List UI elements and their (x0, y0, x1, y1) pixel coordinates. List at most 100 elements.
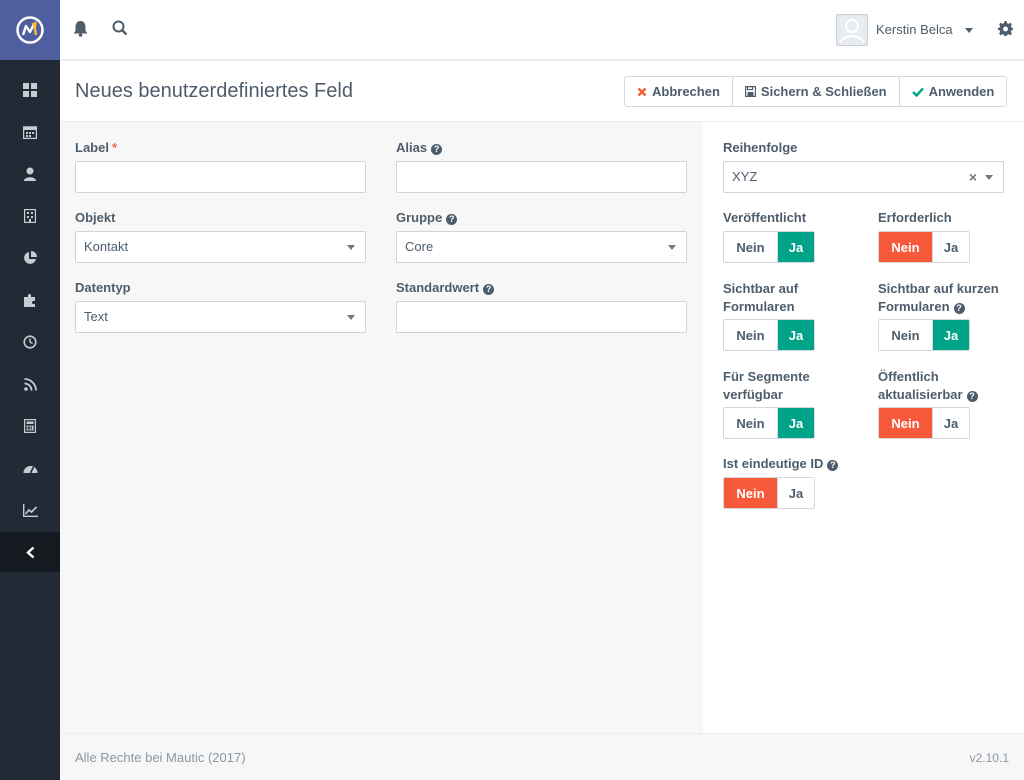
question-circle-icon[interactable]: ? (483, 284, 495, 295)
group-field-label: Gruppe? (396, 210, 458, 225)
segments-toggle: Nein Ja (723, 407, 815, 439)
alias-input[interactable] (396, 161, 687, 193)
nav-reports[interactable] (0, 489, 60, 531)
nav-points[interactable] (0, 405, 60, 447)
question-circle-icon[interactable]: ? (953, 303, 965, 314)
unique-id-toggle: Nein Ja (723, 477, 815, 509)
chevron-down-icon (347, 315, 355, 320)
user-name[interactable]: Kerstin Belca (876, 22, 953, 37)
nav-channels[interactable] (0, 363, 60, 405)
dashboard-gauge-icon (23, 465, 37, 473)
page-header: Neues benutzerdefiniertes Feld Abbrechen… (60, 61, 1024, 122)
unique-id-label: Ist eindeutige ID? (723, 456, 839, 471)
order-select-value: XYZ (732, 169, 758, 184)
public-update-label: Öffentlich aktualisierbar? (878, 368, 978, 404)
visible-short-forms-yes-option[interactable]: Ja (933, 320, 969, 350)
copyright-text: Alle Rechte bei Mautic (2017) (75, 750, 246, 765)
required-toggle: Nein Ja (878, 231, 970, 263)
search-icon[interactable] (112, 20, 128, 39)
close-icon (637, 87, 647, 96)
nav-contacts[interactable] (0, 153, 60, 195)
chevron-down-icon (668, 245, 676, 250)
user-icon (24, 167, 36, 181)
visible-short-forms-no-option[interactable]: Nein (879, 320, 933, 350)
gear-icon[interactable] (998, 21, 1013, 39)
question-circle-icon[interactable]: ? (431, 144, 443, 155)
published-no-option[interactable]: Nein (724, 232, 778, 262)
nav-segments[interactable] (0, 237, 60, 279)
unique-id-yes-option[interactable]: Ja (778, 478, 814, 508)
clear-icon[interactable]: × (969, 170, 977, 184)
mautic-logo-icon (16, 16, 44, 44)
footer: Alle Rechte bei Mautic (2017) v2.10.1 (60, 733, 1024, 780)
published-toggle: Nein Ja (723, 231, 815, 263)
default-value-field-label: Standardwert? (396, 280, 495, 295)
question-circle-icon[interactable]: ? (827, 460, 839, 471)
order-select[interactable]: XYZ × (723, 161, 1004, 193)
version-text: v2.10.1 (969, 751, 1009, 765)
sidebar-collapse-button[interactable] (0, 532, 60, 572)
clock-icon (23, 335, 37, 349)
page-title: Neues benutzerdefiniertes Feld (75, 80, 353, 102)
nav-stages[interactable] (0, 447, 60, 489)
unique-id-no-option[interactable]: Nein (724, 478, 778, 508)
calendar-icon (23, 126, 37, 139)
visible-short-forms-toggle: Nein Ja (878, 319, 970, 351)
required-no-option[interactable]: Nein (879, 232, 933, 262)
datatype-select[interactable]: Text (75, 301, 366, 333)
bell-icon[interactable] (73, 20, 88, 40)
public-update-toggle: Nein Ja (878, 407, 970, 439)
save-icon (744, 86, 756, 97)
cancel-button[interactable]: Abbrechen (625, 77, 733, 106)
nav-campaigns[interactable] (0, 321, 60, 363)
datatype-field-label: Datentyp (75, 280, 131, 295)
user-menu-caret-icon[interactable] (965, 28, 973, 33)
visible-forms-no-option[interactable]: Nein (724, 320, 778, 350)
apply-button[interactable]: Anwenden (900, 77, 1007, 106)
required-mark: * (111, 140, 118, 155)
chevron-down-icon (347, 245, 355, 250)
line-chart-icon (22, 503, 38, 517)
visible-forms-yes-option[interactable]: Ja (778, 320, 814, 350)
pie-chart-icon (24, 251, 37, 264)
chevron-down-icon (985, 175, 993, 180)
mautic-logo[interactable] (0, 0, 60, 60)
avatar[interactable] (836, 14, 868, 46)
chevron-left-icon (25, 546, 34, 558)
calculator-icon (24, 419, 36, 433)
alias-field-label: Alias? (396, 140, 443, 155)
segments-yes-option[interactable]: Ja (778, 408, 814, 438)
segments-label: Für Segmente verfügbar (723, 369, 810, 402)
action-button-group: Abbrechen Sichern & Schließen Anwenden (624, 76, 1008, 107)
nav-companies[interactable] (0, 195, 60, 237)
nav-dashboard[interactable] (0, 69, 60, 111)
check-icon (911, 87, 924, 97)
visible-forms-label: Sichtbar auf Formularen (723, 281, 799, 314)
question-circle-icon[interactable]: ? (966, 391, 978, 402)
label-input[interactable] (75, 161, 366, 193)
nav-components[interactable] (0, 279, 60, 321)
public-update-yes-option[interactable]: Ja (933, 408, 969, 438)
label-field-label: Label * (75, 140, 118, 155)
published-yes-option[interactable]: Ja (778, 232, 814, 262)
group-select[interactable]: Core (396, 231, 687, 263)
puzzle-icon (24, 294, 35, 307)
save-close-button[interactable]: Sichern & Schließen (733, 77, 900, 106)
group-select-value: Core (405, 239, 434, 254)
save-close-button-label: Sichern & Schließen (760, 84, 887, 99)
segments-no-option[interactable]: Nein (724, 408, 778, 438)
building-icon (24, 209, 36, 223)
question-circle-icon[interactable]: ? (446, 214, 458, 225)
settings-panel: Reihenfolge XYZ × Veröffentlicht Nein Ja… (703, 122, 1024, 733)
default-value-input[interactable] (396, 301, 687, 333)
cancel-button-label: Abbrechen (652, 84, 720, 99)
top-navbar: Kerstin Belca (60, 0, 1024, 60)
visible-short-forms-label: Sichtbar auf kurzen Formularen? (878, 281, 999, 314)
rss-icon (23, 377, 37, 391)
object-field-label: Objekt (75, 210, 116, 225)
required-yes-option[interactable]: Ja (933, 232, 969, 262)
nav-calendar[interactable] (0, 111, 60, 153)
object-select[interactable]: Kontakt (75, 231, 366, 263)
public-update-no-option[interactable]: Nein (879, 408, 933, 438)
datatype-select-value: Text (84, 309, 108, 324)
